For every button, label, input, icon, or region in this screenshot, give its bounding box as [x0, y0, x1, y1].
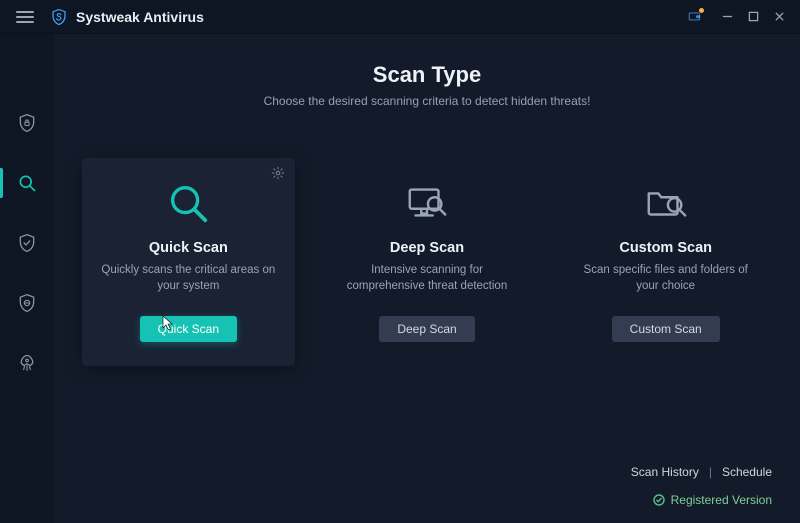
custom-scan-button[interactable]: Custom Scan [612, 316, 720, 342]
hamburger-icon [16, 10, 34, 24]
page-title: Scan Type [82, 62, 772, 88]
close-icon [774, 11, 785, 22]
custom-scan-icon [643, 176, 689, 230]
card-title: Deep Scan [390, 240, 464, 256]
page-subtitle: Choose the desired scanning criteria to … [82, 94, 772, 108]
titlebar: Systweak Antivirus [0, 0, 800, 34]
shield-check-icon [17, 233, 37, 253]
registered-status: Registered Version [653, 493, 772, 507]
maximize-icon [748, 11, 759, 22]
shield-s-icon [50, 8, 68, 26]
close-button[interactable] [766, 4, 792, 30]
wallet-button[interactable] [682, 4, 708, 30]
main-content: Scan Type Choose the desired scanning cr… [54, 34, 800, 523]
magnifier-icon [17, 173, 37, 193]
sidebar-item-web[interactable] [0, 284, 54, 322]
shield-lock-icon [17, 113, 37, 133]
check-circle-icon [653, 494, 665, 506]
sidebar-item-protection[interactable] [0, 104, 54, 142]
app-logo [42, 0, 76, 34]
sidebar-item-quarantine[interactable] [0, 224, 54, 262]
rocket-icon [17, 353, 37, 373]
scan-history-link[interactable]: Scan History [631, 465, 699, 479]
minimize-button[interactable] [714, 4, 740, 30]
notification-dot-icon [698, 7, 705, 14]
card-settings-button[interactable] [271, 166, 285, 185]
minimize-icon [722, 11, 733, 22]
app-title: Systweak Antivirus [76, 9, 204, 25]
card-custom-scan[interactable]: Custom Scan Scan specific files and fold… [559, 158, 772, 366]
scan-cards: Quick Scan Quickly scans the critical ar… [82, 158, 772, 366]
card-quick-scan[interactable]: Quick Scan Quickly scans the critical ar… [82, 158, 295, 366]
card-desc: Quickly scans the critical areas on your… [98, 262, 278, 294]
quick-scan-icon [165, 176, 211, 230]
sidebar [0, 34, 54, 523]
sidebar-item-boost[interactable] [0, 344, 54, 382]
card-title: Quick Scan [149, 240, 228, 256]
card-desc: Scan specific files and folders of your … [576, 262, 756, 294]
deep-scan-icon [404, 176, 450, 230]
footer-links: Scan History | Schedule [631, 465, 772, 479]
card-desc: Intensive scanning for comprehensive thr… [337, 262, 517, 294]
deep-scan-button[interactable]: Deep Scan [379, 316, 474, 342]
schedule-link[interactable]: Schedule [722, 465, 772, 479]
shield-e-icon [17, 293, 37, 313]
separator: | [709, 465, 712, 479]
menu-button[interactable] [8, 0, 42, 34]
maximize-button[interactable] [740, 4, 766, 30]
quick-scan-button[interactable]: Quick Scan [140, 316, 237, 342]
sidebar-item-scan[interactable] [0, 164, 54, 202]
card-deep-scan[interactable]: Deep Scan Intensive scanning for compreh… [321, 158, 534, 366]
registered-label: Registered Version [671, 493, 772, 507]
gear-icon [271, 166, 285, 180]
card-title: Custom Scan [619, 240, 712, 256]
